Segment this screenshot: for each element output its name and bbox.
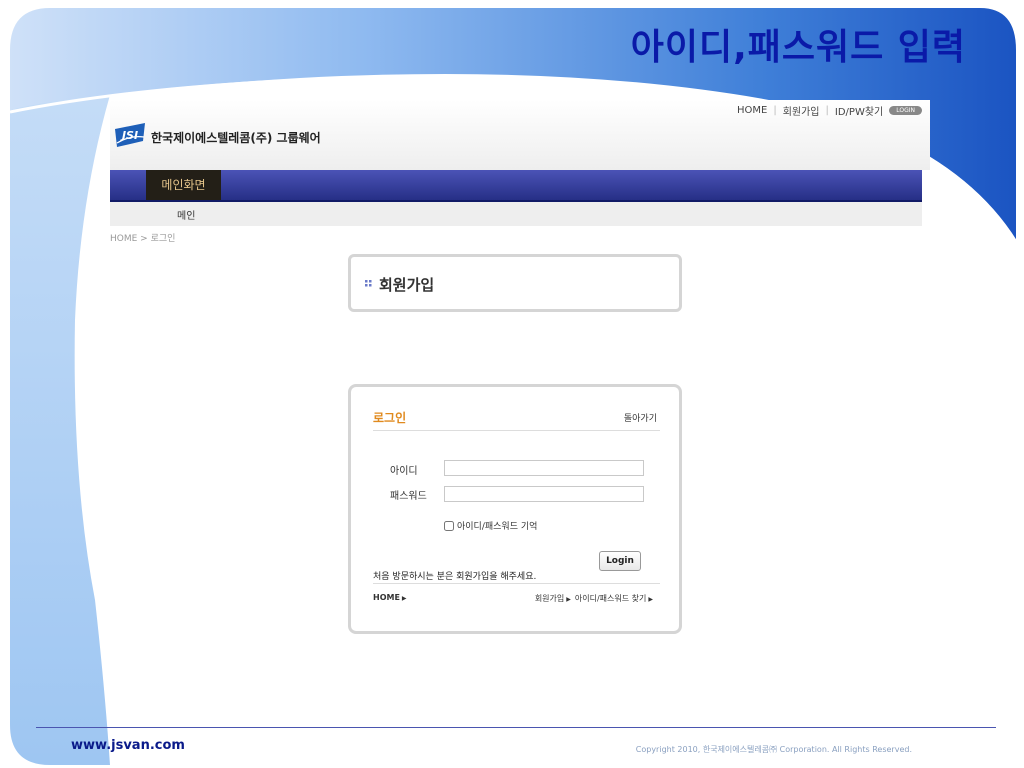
jsi-logo-icon: JSI bbox=[115, 123, 145, 147]
top-join-link[interactable]: 회원가입 bbox=[783, 103, 820, 118]
sub-nav-bar: 메인 bbox=[110, 202, 922, 226]
login-title: 로그인 bbox=[373, 411, 407, 425]
find-idpw-link[interactable]: 아이디/패스워드 찾기 bbox=[575, 594, 646, 603]
separator: | bbox=[773, 105, 777, 116]
top-links: HOME | 회원가입 | ID/PW찾기 LOGIN bbox=[737, 103, 922, 118]
separator: | bbox=[825, 105, 829, 116]
login-button[interactable]: Login bbox=[599, 551, 641, 571]
login-panel: 로그인 돌아가기 아이디 패스워드 아이디/패스워드 기억 Login 처음 방… bbox=[348, 384, 682, 634]
logo-text: JSI bbox=[120, 129, 138, 142]
id-input[interactable] bbox=[444, 460, 644, 476]
remember-option[interactable]: 아이디/패스워드 기억 bbox=[444, 519, 537, 532]
divider bbox=[373, 430, 660, 431]
sub-nav-item-main[interactable]: 메인 bbox=[177, 207, 195, 222]
join-panel[interactable]: 회원가입 bbox=[348, 254, 682, 312]
company-name: 한국제이에스텔레콤(주) 그룹웨어 bbox=[151, 131, 321, 145]
main-nav-bar: 메인화면 bbox=[110, 170, 922, 202]
triangle-right-icon: ▶ bbox=[648, 596, 653, 603]
home-link-label: HOME bbox=[373, 593, 400, 602]
double-dot-bullet-icon bbox=[365, 280, 372, 287]
nav-tab-main[interactable]: 메인화면 bbox=[146, 170, 221, 200]
password-label: 패스워드 bbox=[390, 491, 427, 502]
join-title: 회원가입 bbox=[379, 276, 435, 294]
back-link[interactable]: 돌아가기 bbox=[624, 411, 657, 424]
bottom-links: 회원가입 ▶ 아이디/패스워드 찾기 ▶ bbox=[535, 593, 657, 604]
remember-label: 아이디/패스워드 기억 bbox=[457, 522, 538, 532]
top-login-badge[interactable]: LOGIN bbox=[889, 106, 922, 115]
groupware-login-page: HOME | 회원가입 | ID/PW찾기 LOGIN JSI 한국제이에스텔레… bbox=[110, 100, 930, 640]
id-label: 아이디 bbox=[390, 466, 418, 477]
divider bbox=[373, 583, 660, 584]
triangle-right-icon: ▶ bbox=[401, 595, 407, 602]
first-visit-notice: 처음 방문하시는 분은 회원가입을 해주세요. bbox=[373, 572, 537, 582]
triangle-right-icon: ▶ bbox=[566, 596, 571, 603]
password-input[interactable] bbox=[444, 486, 644, 502]
slide-title: 아이디,패스워드 입력 bbox=[630, 27, 966, 68]
top-idpw-link[interactable]: ID/PW찾기 bbox=[835, 103, 883, 118]
join-link[interactable]: 회원가입 bbox=[535, 594, 564, 603]
site-header: HOME | 회원가입 | ID/PW찾기 LOGIN JSI 한국제이에스텔레… bbox=[110, 100, 930, 170]
footer-divider bbox=[36, 727, 996, 728]
top-home-link[interactable]: HOME bbox=[737, 105, 767, 116]
breadcrumb: HOME > 로그인 bbox=[110, 234, 176, 244]
home-link[interactable]: HOME ▶ bbox=[373, 593, 411, 602]
site-url[interactable]: www.jsvan.com bbox=[71, 738, 185, 753]
remember-checkbox[interactable] bbox=[444, 520, 454, 531]
copyright-notice: Copyright 2010, 한국제이에스텔레콤㈜ Corporation. … bbox=[635, 745, 912, 754]
